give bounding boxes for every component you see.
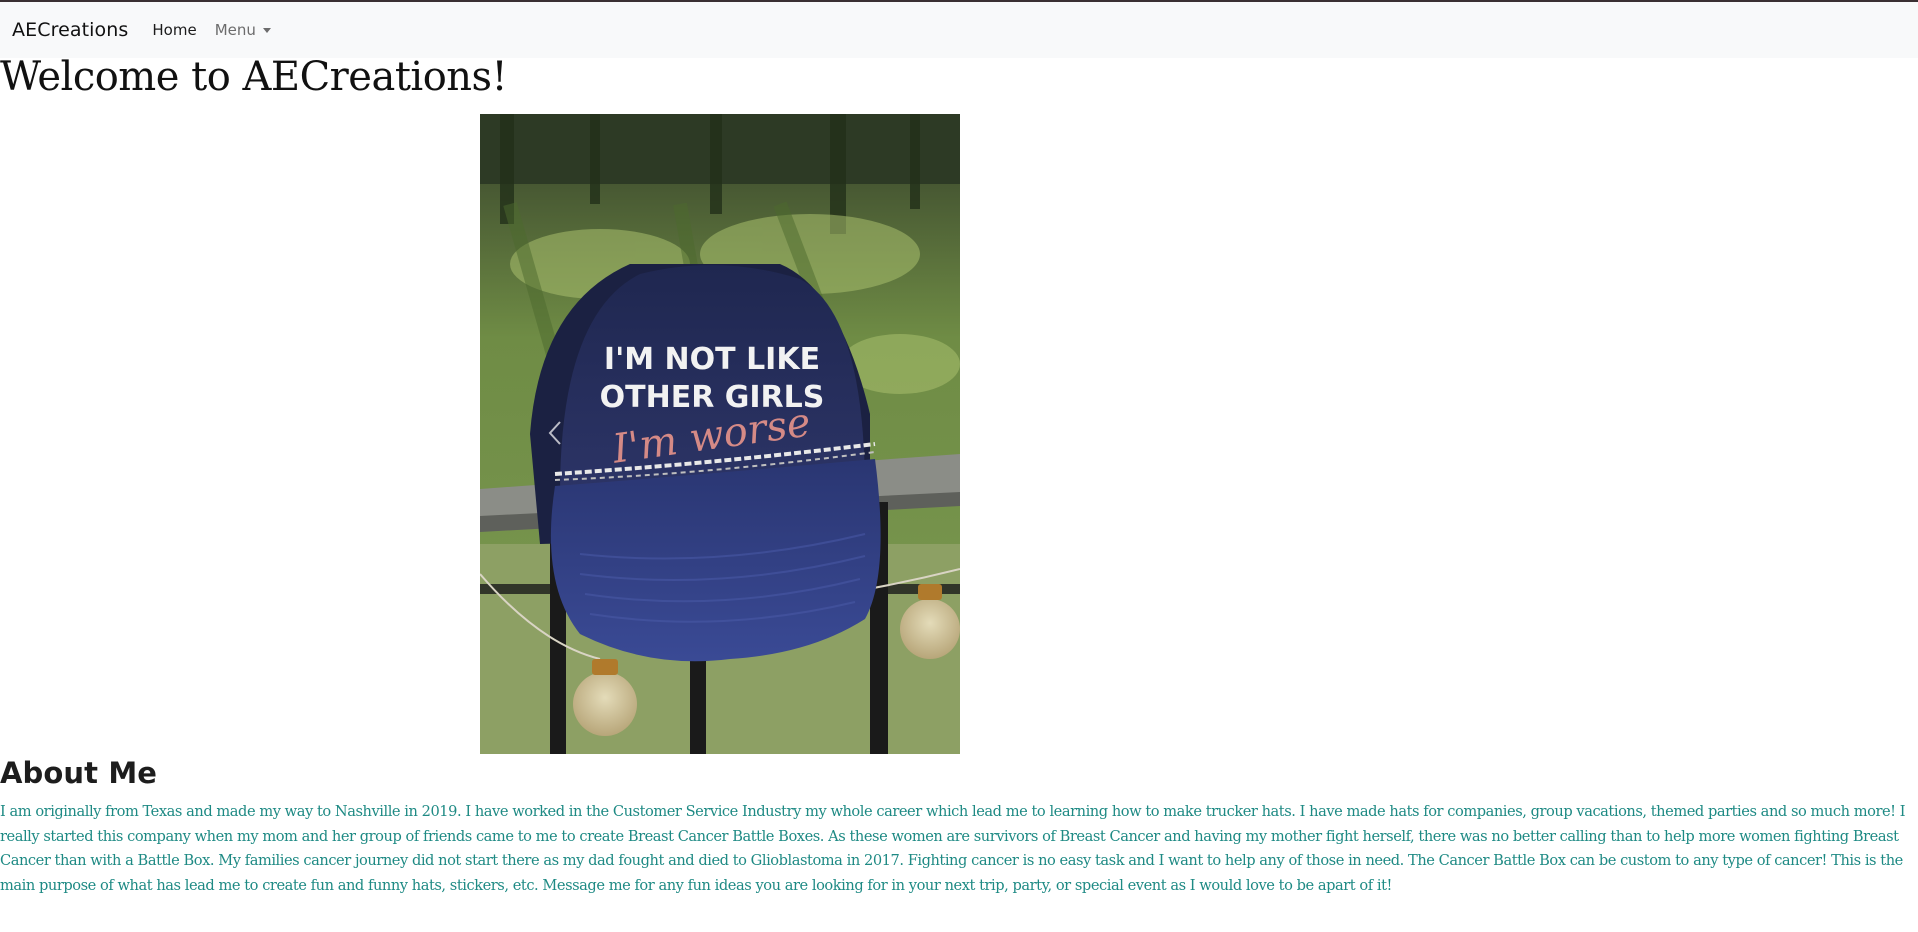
nav-menu-label: Menu — [214, 21, 256, 39]
hat-text-line1: I'M NOT LIKE — [604, 342, 820, 377]
nav-menu-dropdown[interactable]: Menu — [215, 21, 271, 39]
brand-link[interactable]: AECreations — [12, 19, 128, 41]
about-body: I am originally from Texas and made my w… — [0, 803, 1906, 894]
nav-home-link[interactable]: Home — [152, 21, 196, 39]
caret-down-icon — [262, 28, 271, 33]
page-title: Welcome to AECreations! — [0, 54, 508, 100]
carousel-prev-button[interactable] — [543, 415, 567, 451]
navbar: AECreations Home Menu — [0, 2, 1918, 58]
about-heading: About Me — [0, 756, 158, 790]
chevron-left-icon — [548, 421, 561, 445]
